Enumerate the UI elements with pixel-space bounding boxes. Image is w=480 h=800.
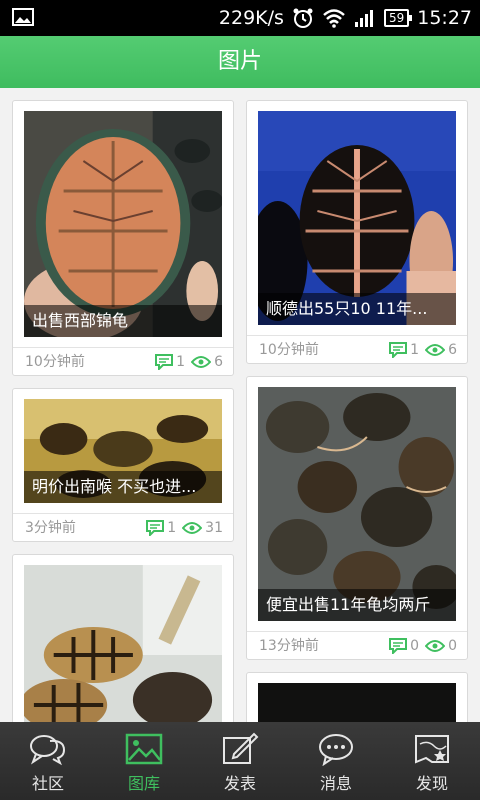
comment-icon (155, 354, 174, 370)
eye-icon (425, 640, 446, 652)
alarm-icon (293, 8, 313, 28)
picture-card[interactable] (12, 554, 234, 722)
page-header: 图片 (0, 36, 480, 88)
picture-icon (125, 733, 163, 765)
nav-label: 消息 (319, 774, 352, 793)
turtle-photo: 明价出南喉 不买也进... (24, 399, 222, 503)
picture-card[interactable]: 出售西部锦龟 10分钟前 1 6 (12, 100, 234, 376)
view-count: 6 (448, 342, 457, 358)
eye-icon (425, 344, 446, 356)
network-speed: 229K/s (218, 7, 284, 29)
signal-icon (354, 10, 373, 27)
view-count: 31 (205, 520, 223, 536)
picture-caption: 便宜出售11年龟均两斤 (258, 589, 456, 621)
map-icon (415, 735, 449, 764)
wifi-icon (323, 9, 345, 28)
turtle-photo (24, 565, 222, 722)
gallery-notification-icon (12, 8, 34, 26)
view-count: 0 (448, 638, 457, 654)
comment-icon (389, 342, 408, 358)
nav-label: 图库 (127, 774, 160, 793)
nav-messages[interactable]: 消息 (288, 722, 384, 800)
eye-icon (191, 356, 212, 368)
turtle-photo (258, 683, 456, 722)
nav-label: 社区 (31, 774, 64, 793)
picture-caption: 顺德出55只10 11年... (258, 293, 456, 325)
page-title: 图片 (217, 49, 262, 74)
nav-discover[interactable]: 发现 (384, 722, 480, 800)
comment-count: 1 (176, 354, 186, 370)
compose-icon (223, 732, 259, 764)
picture-grid[interactable]: 出售西部锦龟 10分钟前 1 6 顺德出55只10 11年... 10分钟前 1… (0, 88, 480, 722)
comment-icon (146, 520, 165, 536)
picture-card[interactable]: 明价出南喉 不买也进... 3分钟前 1 31 (12, 388, 234, 542)
message-icon (319, 734, 353, 766)
comment-count: 1 (410, 342, 420, 358)
post-time: 3分钟前 (25, 520, 76, 536)
post-time: 10分钟前 (259, 342, 319, 358)
turtle-photo: 便宜出售11年龟均两斤 (258, 387, 456, 621)
card-footer: 10分钟前 1 6 (247, 335, 467, 363)
clock: 15:27 (417, 7, 472, 29)
view-count: 6 (214, 354, 223, 370)
card-footer: 3分钟前 1 31 (13, 513, 233, 541)
status-bar: 229K/s 59 15:27 (0, 0, 480, 36)
comment-count: 1 (167, 520, 177, 536)
nav-compose[interactable]: 发表 (192, 722, 288, 800)
nav-community[interactable]: 社区 (0, 722, 96, 800)
card-footer: 10分钟前 1 6 (13, 347, 233, 375)
comment-count: 0 (410, 638, 420, 654)
picture-card[interactable] (246, 672, 468, 722)
picture-card[interactable]: 顺德出55只10 11年... 10分钟前 1 6 (246, 100, 468, 364)
post-time: 13分钟前 (259, 638, 319, 654)
turtle-photo: 出售西部锦龟 (24, 111, 222, 337)
turtle-photo: 顺德出55只10 11年... (258, 111, 456, 325)
nav-label: 发现 (415, 774, 448, 793)
picture-caption: 出售西部锦龟 (24, 305, 222, 337)
card-footer: 13分钟前 0 0 (247, 631, 467, 659)
picture-caption: 明价出南喉 不买也进... (24, 471, 222, 503)
battery-indicator: 59 (383, 9, 413, 27)
nav-label: 发表 (223, 774, 256, 793)
post-time: 10分钟前 (25, 354, 85, 370)
picture-card[interactable]: 便宜出售11年龟均两斤 13分钟前 0 0 (246, 376, 468, 660)
nav-gallery[interactable]: 图库 (96, 722, 192, 800)
eye-icon (182, 522, 203, 534)
comment-icon (389, 638, 408, 654)
chat-bubbles-icon (30, 735, 66, 766)
bottom-navigation: 社区 图库 发表 消息 发现 (0, 722, 480, 800)
